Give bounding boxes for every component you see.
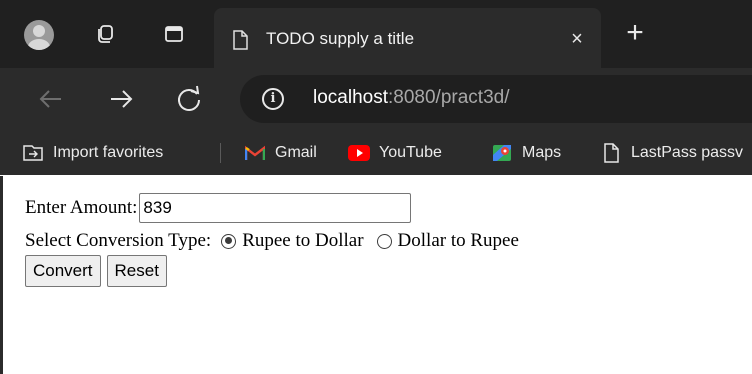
youtube-icon: [348, 143, 370, 163]
gmail-icon: [244, 143, 266, 163]
favorites-separator: [220, 143, 221, 163]
tab-strip: TODO supply a title × +: [0, 0, 752, 68]
favorite-label: LastPass passv: [631, 144, 744, 161]
refresh-icon[interactable]: [172, 82, 206, 116]
convert-button[interactable]: Convert: [25, 255, 101, 287]
active-tab[interactable]: TODO supply a title ×: [214, 8, 601, 68]
favorite-label: Import favorites: [53, 144, 164, 161]
page-icon: [232, 30, 248, 55]
favorite-youtube[interactable]: YouTube: [348, 141, 442, 165]
amount-input[interactable]: 839: [139, 193, 412, 223]
favorite-maps[interactable]: Maps: [491, 141, 561, 165]
rupee-to-dollar-label[interactable]: Rupee to Dollar: [242, 230, 363, 252]
tab-title: TODO supply a title: [266, 29, 415, 48]
reset-button[interactable]: Reset: [106, 255, 167, 287]
back-arrow-icon[interactable]: [34, 82, 68, 116]
favorite-import-favorites[interactable]: Import favorites: [22, 141, 163, 165]
new-tab-button[interactable]: +: [617, 16, 653, 52]
favorite-label: Maps: [522, 144, 562, 161]
favorite-label: YouTube: [379, 144, 442, 161]
url-path: :8080/pract3d/: [388, 87, 510, 108]
navigation-toolbar: i localhost:8080/pract3d/: [0, 68, 752, 130]
address-bar[interactable]: i localhost:8080/pract3d/: [240, 75, 752, 123]
maps-icon: [491, 143, 513, 163]
tab-actions-icon[interactable]: [160, 20, 188, 48]
rupee-to-dollar-radio[interactable]: [221, 233, 237, 249]
url-text[interactable]: localhost:8080/pract3d/: [313, 87, 509, 109]
workspaces-icon[interactable]: [91, 20, 119, 48]
dollar-to-rupee-radio[interactable]: [376, 233, 392, 249]
conversion-form: Enter Amount: 839 Select Conversion Type…: [25, 190, 519, 287]
favorite-label: Gmail: [275, 144, 317, 161]
dollar-to-rupee-label[interactable]: Dollar to Rupee: [398, 230, 519, 252]
profile-avatar[interactable]: [24, 20, 54, 50]
favorite-lastpass[interactable]: LastPass passv: [600, 141, 743, 165]
forward-arrow-icon[interactable]: [104, 82, 138, 116]
page-icon: [600, 143, 622, 163]
site-info-icon[interactable]: i: [262, 88, 284, 110]
conversion-type-label: Select Conversion Type:: [25, 230, 212, 251]
favorites-bar: Import favorites Gmail YouTube Maps Last…: [0, 130, 752, 175]
url-host: localhost: [313, 87, 388, 108]
import-favorites-icon: [22, 143, 44, 163]
favorite-gmail[interactable]: Gmail: [244, 141, 317, 165]
close-tab-icon[interactable]: ×: [566, 28, 588, 50]
amount-label: Enter Amount:: [25, 197, 138, 218]
page-viewport: Enter Amount: 839 Select Conversion Type…: [0, 176, 752, 374]
